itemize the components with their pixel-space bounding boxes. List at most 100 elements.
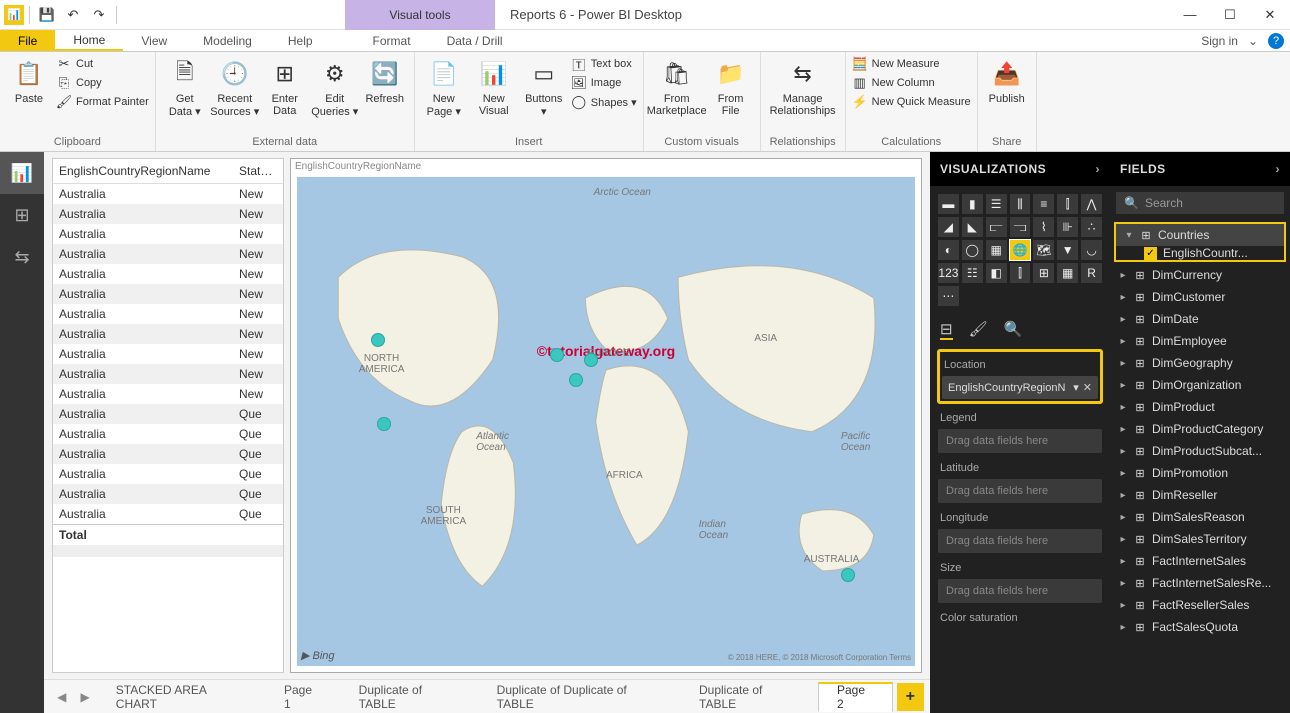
undo-icon[interactable]: ↶ bbox=[61, 3, 85, 27]
help-icon[interactable]: ? bbox=[1268, 33, 1284, 49]
new-visual-button[interactable]: 📊New Visual bbox=[471, 54, 517, 117]
well-latitude[interactable]: Latitude Drag data fields here bbox=[938, 457, 1102, 503]
viz-filled-map-icon[interactable]: 🗺 bbox=[1033, 240, 1054, 260]
map-data-point[interactable] bbox=[569, 373, 583, 387]
table-row[interactable]: AustraliaQue bbox=[53, 464, 283, 484]
page-tab[interactable]: Duplicate of TABLE bbox=[680, 682, 818, 712]
close-button[interactable]: ✕ bbox=[1250, 0, 1290, 30]
viz-card-icon[interactable]: 123 bbox=[938, 263, 959, 283]
copy-button[interactable]: ⎘Copy bbox=[56, 75, 149, 91]
viz-pie-icon[interactable]: ◐ bbox=[938, 240, 959, 260]
expand-icon[interactable]: ▸ bbox=[1118, 534, 1128, 545]
viz-line-icon[interactable]: ⋀ bbox=[1081, 194, 1102, 214]
map-body[interactable]: ©tutorialgateway.org Arctic Ocean NORTH … bbox=[297, 177, 915, 666]
table-row[interactable]: AustraliaNew bbox=[53, 344, 283, 364]
signin-link[interactable]: Sign in bbox=[1201, 34, 1238, 48]
visualizations-header[interactable]: VISUALIZATIONS› bbox=[930, 152, 1110, 186]
viz-treemap-icon[interactable]: ▦ bbox=[986, 240, 1007, 260]
expand-icon[interactable]: ▸ bbox=[1118, 292, 1128, 303]
table-item[interactable]: ▸⊞DimOrganization bbox=[1110, 374, 1290, 396]
viz-donut-icon[interactable]: ◯ bbox=[962, 240, 983, 260]
new-measure-button[interactable]: 🧮New Measure bbox=[852, 56, 971, 72]
new-column-button[interactable]: ▥New Column bbox=[852, 75, 971, 91]
table-row[interactable]: AustraliaQue bbox=[53, 504, 283, 525]
table-row[interactable]: AustraliaQue bbox=[53, 484, 283, 504]
table-item[interactable]: ▸⊞FactResellerSales bbox=[1110, 594, 1290, 616]
table-item[interactable]: ▸⊞DimCustomer bbox=[1110, 286, 1290, 308]
viz-funnel-icon[interactable]: ▼ bbox=[1057, 240, 1078, 260]
dropdown-icon[interactable]: ▾ bbox=[1073, 381, 1079, 394]
table-row[interactable]: AustraliaNew bbox=[53, 284, 283, 304]
viz-map-icon[interactable]: 🌐 bbox=[1010, 240, 1031, 260]
textbox-button[interactable]: 🅃Text box bbox=[571, 56, 637, 72]
shapes-button[interactable]: ◯Shapes ▾ bbox=[571, 94, 637, 110]
map-visual[interactable]: EnglishCountryRegionName ©tutorialgatewa… bbox=[290, 158, 922, 673]
format-tab-icon[interactable]: 🖌 bbox=[969, 320, 988, 340]
viz-scatter-icon[interactable]: ∴ bbox=[1081, 217, 1102, 237]
horizontal-scrollbar[interactable] bbox=[53, 545, 283, 557]
page-tab[interactable]: Duplicate of Duplicate of TABLE bbox=[478, 682, 680, 712]
image-button[interactable]: 🖼Image bbox=[571, 75, 637, 91]
table-item[interactable]: ▸⊞FactInternetSalesRe... bbox=[1110, 572, 1290, 594]
page-tab[interactable]: Page 1 bbox=[265, 682, 340, 712]
tab-format[interactable]: Format bbox=[355, 30, 429, 51]
viz-area-icon[interactable]: ◢ bbox=[938, 217, 959, 237]
expand-icon[interactable]: ▸ bbox=[1118, 600, 1128, 611]
col-header[interactable]: EnglishCountryRegionName bbox=[53, 159, 233, 184]
tab-help[interactable]: Help bbox=[270, 30, 331, 51]
page-tab[interactable]: STACKED AREA CHART bbox=[97, 682, 265, 712]
viz-clustered-column-icon[interactable]: ⫼ bbox=[1010, 194, 1031, 214]
model-view-icon[interactable]: ⇆ bbox=[0, 236, 44, 278]
well-color[interactable]: Color saturation bbox=[938, 607, 1102, 629]
save-icon[interactable]: 💾 bbox=[35, 3, 59, 27]
paste-button[interactable]: 📋Paste bbox=[6, 54, 52, 105]
table-visual[interactable]: EnglishCountryRegionName Stat… Australia… bbox=[52, 158, 284, 673]
viz-more-icon[interactable]: ⋯ bbox=[938, 286, 959, 306]
viz-combo1-icon[interactable]: ⫍ bbox=[986, 217, 1007, 237]
analytics-tab-icon[interactable]: 🔍 bbox=[1004, 320, 1023, 340]
well-drop[interactable]: Drag data fields here bbox=[938, 579, 1102, 603]
viz-combo2-icon[interactable]: ⫎ bbox=[1010, 217, 1031, 237]
col-header[interactable]: Stat… bbox=[233, 159, 283, 184]
from-file-button[interactable]: 📁From File bbox=[708, 54, 754, 117]
viz-r-icon[interactable]: R bbox=[1081, 263, 1102, 283]
viz-ribbon-icon[interactable]: ⌇ bbox=[1033, 217, 1054, 237]
recent-sources-button[interactable]: 🕘Recent Sources ▾ bbox=[212, 54, 258, 118]
table-row[interactable]: AustraliaNew bbox=[53, 384, 283, 404]
viz-multirow-icon[interactable]: ☷ bbox=[962, 263, 983, 283]
table-item[interactable]: ▸⊞DimProductSubcat... bbox=[1110, 440, 1290, 462]
tab-file[interactable]: File bbox=[0, 30, 55, 51]
get-data-button[interactable]: 🗎Get Data ▾ bbox=[162, 54, 208, 118]
enter-data-button[interactable]: ⊞Enter Data bbox=[262, 54, 308, 117]
new-page-button[interactable]: 📄New Page ▾ bbox=[421, 54, 467, 118]
expand-icon[interactable]: ▸ bbox=[1118, 424, 1128, 435]
well-longitude[interactable]: Longitude Drag data fields here bbox=[938, 507, 1102, 553]
table-row[interactable]: AustraliaNew bbox=[53, 364, 283, 384]
expand-icon[interactable]: ▸ bbox=[1118, 512, 1128, 523]
table-row[interactable]: AustraliaNew bbox=[53, 324, 283, 344]
table-row[interactable]: AustraliaQue bbox=[53, 444, 283, 464]
expand-icon[interactable]: ▸ bbox=[1118, 622, 1128, 633]
tab-view[interactable]: View bbox=[123, 30, 185, 51]
table-countries[interactable]: ▾ ⊞ Countries bbox=[1116, 224, 1284, 246]
expand-icon[interactable]: ▾ bbox=[1124, 230, 1134, 241]
viz-clustered-bar-icon[interactable]: ☰ bbox=[986, 194, 1007, 214]
viz-table-icon[interactable]: ⊞ bbox=[1033, 263, 1054, 283]
chevron-right-icon[interactable]: › bbox=[1276, 162, 1281, 176]
expand-icon[interactable]: ▸ bbox=[1118, 490, 1128, 501]
buttons-button[interactable]: ▭Buttons ▾ bbox=[521, 54, 567, 118]
checkbox-checked-icon[interactable]: ✓ bbox=[1144, 247, 1157, 260]
chevron-down-icon[interactable]: ⌄ bbox=[1248, 34, 1258, 48]
fields-header[interactable]: FIELDS› bbox=[1110, 152, 1290, 186]
well-size[interactable]: Size Drag data fields here bbox=[938, 557, 1102, 603]
well-drop[interactable]: Drag data fields here bbox=[938, 479, 1102, 503]
table-row[interactable]: AustraliaNew bbox=[53, 304, 283, 324]
viz-kpi-icon[interactable]: ◧ bbox=[986, 263, 1007, 283]
edit-queries-button[interactable]: ⚙Edit Queries ▾ bbox=[312, 54, 358, 118]
minimize-button[interactable]: — bbox=[1170, 0, 1210, 30]
field-pill[interactable]: EnglishCountryRegionN ▾✕ bbox=[942, 376, 1098, 399]
report-canvas[interactable]: ⤢ ⋯ EnglishCountryRegionName Stat… Austr… bbox=[44, 152, 930, 679]
table-row[interactable]: AustraliaNew bbox=[53, 224, 283, 244]
expand-icon[interactable]: ▸ bbox=[1118, 358, 1128, 369]
viz-stacked-bar-icon[interactable]: ▬ bbox=[938, 194, 959, 214]
